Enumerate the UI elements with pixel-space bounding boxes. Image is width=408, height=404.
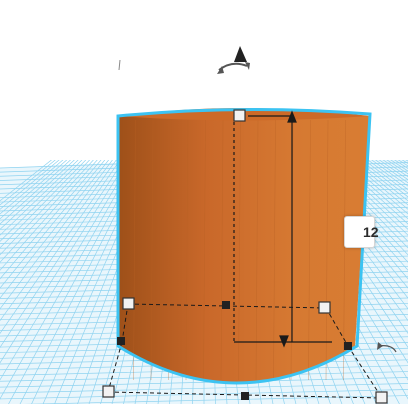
3d-viewport[interactable]: 12 <box>0 0 408 404</box>
lift-cone-icon[interactable] <box>234 46 247 62</box>
height-dimension-input[interactable]: 12 <box>344 216 379 248</box>
rotate-arrow-icon[interactable] <box>217 62 250 74</box>
scene-canvas <box>0 46 408 404</box>
height-value: 12 <box>363 224 379 240</box>
axis-marker <box>118 59 121 71</box>
